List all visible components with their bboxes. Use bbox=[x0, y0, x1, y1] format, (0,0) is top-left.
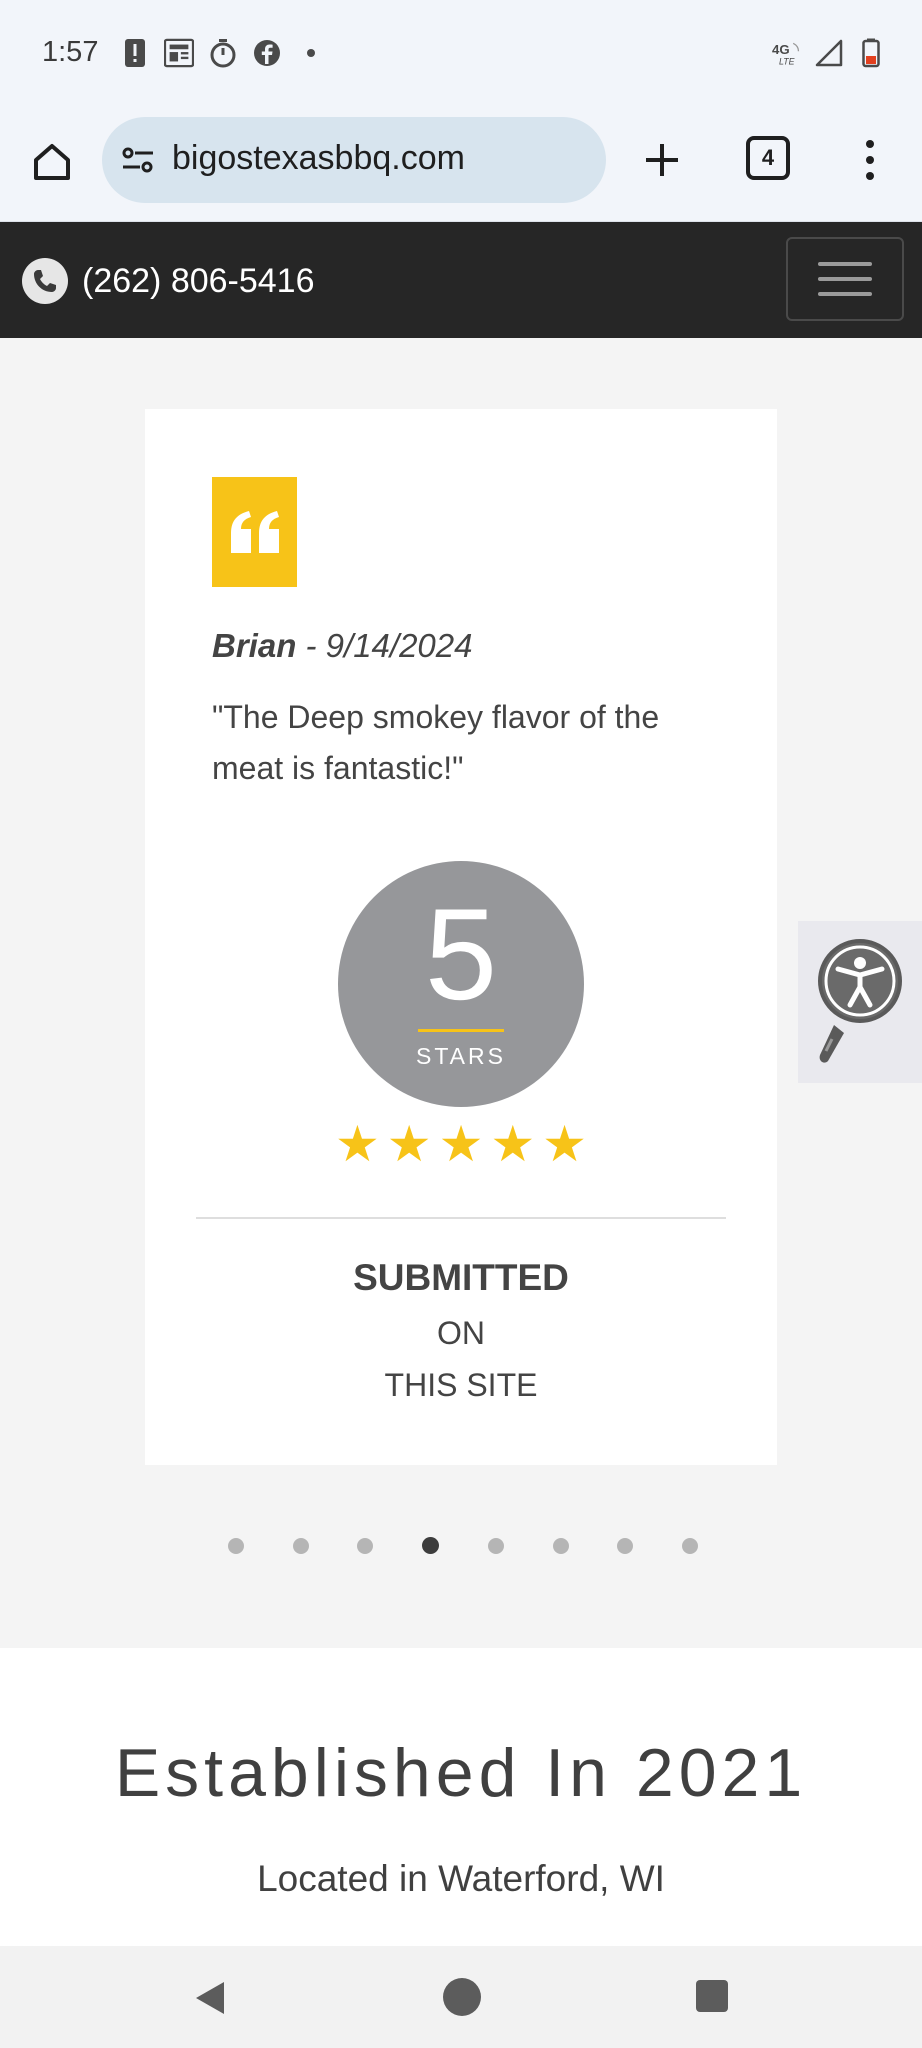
svg-text:LTE: LTE bbox=[779, 56, 795, 66]
url-text: bigostexasbbq.com bbox=[172, 139, 465, 177]
rating-number: 5 bbox=[424, 881, 498, 1027]
rating-underline bbox=[418, 1029, 504, 1032]
rating-label: STARS bbox=[416, 1043, 506, 1069]
established-section: Established In 2021 Located in Waterford… bbox=[0, 1648, 922, 1946]
signal-icon bbox=[814, 38, 844, 68]
review-byline: Brian - 9/14/2024 bbox=[212, 627, 473, 665]
screen: 1:57 4G LTE bigostexasbbq.com 4 (262) 80… bbox=[0, 0, 922, 2048]
location-text: Located in Waterford, WI bbox=[257, 1858, 665, 1899]
hamburger-line bbox=[818, 262, 872, 266]
status-time: 1:57 bbox=[42, 36, 99, 68]
status-bar: 1:57 4G LTE bbox=[0, 0, 922, 108]
carousel-dots bbox=[228, 1537, 698, 1554]
phone-icon bbox=[22, 258, 68, 304]
site-settings-icon[interactable] bbox=[120, 142, 156, 178]
carousel-dot-active[interactable] bbox=[422, 1537, 440, 1554]
browser-home-button[interactable] bbox=[26, 136, 78, 188]
timer-icon bbox=[208, 38, 238, 68]
new-tab-button[interactable] bbox=[636, 134, 688, 186]
review-author: Brian bbox=[212, 627, 297, 664]
carousel-dot[interactable] bbox=[552, 1537, 569, 1554]
status-left-icons bbox=[120, 38, 326, 68]
alert-icon bbox=[120, 38, 150, 68]
carousel-dot[interactable] bbox=[681, 1537, 698, 1554]
tab-switcher-button[interactable]: 4 bbox=[746, 136, 790, 180]
dot-icon bbox=[296, 38, 326, 68]
nav-menu-button[interactable] bbox=[786, 237, 904, 321]
svg-text:4G: 4G bbox=[772, 42, 790, 57]
testimonial-card: Brian - 9/14/2024 "The Deep smokey flavo… bbox=[145, 409, 777, 1465]
plus-icon bbox=[646, 144, 678, 176]
carousel-dot[interactable] bbox=[357, 1537, 374, 1554]
site-header: (262) 806-5416 bbox=[0, 222, 922, 338]
system-nav-bar bbox=[0, 1946, 922, 2048]
star-icon: ★ bbox=[542, 1116, 587, 1172]
accessibility-magnifier-icon bbox=[818, 939, 902, 1063]
back-icon[interactable] bbox=[190, 1978, 230, 2018]
carousel-dot[interactable] bbox=[228, 1537, 244, 1554]
carousel-dot[interactable] bbox=[292, 1537, 309, 1554]
carousel-dot[interactable] bbox=[487, 1537, 504, 1554]
review-text: "The Deep smokey flavor of the meat is f… bbox=[212, 699, 660, 786]
browser-toolbar: bigostexasbbq.com 4 bbox=[0, 108, 922, 222]
hamburger-line bbox=[818, 277, 872, 281]
divider bbox=[196, 1217, 726, 1219]
established-title: Established In 2021 bbox=[114, 1735, 808, 1811]
phone-number: (262) 806-5416 bbox=[82, 261, 315, 300]
submitted-label: SUBMITTED bbox=[353, 1257, 569, 1298]
menu-dot bbox=[866, 156, 874, 164]
network-4g-lte-icon: 4G LTE bbox=[772, 38, 802, 68]
home-nav-icon[interactable] bbox=[443, 1978, 481, 2016]
star-icon: ★ bbox=[490, 1116, 536, 1172]
star-icon: ★ bbox=[386, 1116, 432, 1172]
home-icon bbox=[34, 144, 70, 180]
phone-link[interactable]: (262) 806-5416 bbox=[22, 258, 315, 304]
submitted-source-label: THIS SITE bbox=[384, 1367, 538, 1403]
menu-dot bbox=[866, 140, 874, 148]
recent-apps-icon[interactable] bbox=[696, 1980, 728, 2012]
submitted-on-label: ON bbox=[437, 1315, 485, 1351]
quote-icon bbox=[212, 477, 297, 587]
rating-badge: 5 STARS bbox=[338, 861, 584, 1107]
accessibility-widget-button[interactable] bbox=[798, 921, 922, 1083]
facebook-icon bbox=[252, 38, 282, 68]
news-icon bbox=[164, 38, 194, 68]
battery-icon bbox=[856, 38, 886, 68]
carousel-dot[interactable] bbox=[617, 1537, 634, 1554]
star-icon: ★ bbox=[438, 1116, 484, 1172]
review-date: - 9/14/2024 bbox=[296, 627, 473, 664]
address-bar[interactable]: bigostexasbbq.com bbox=[102, 117, 606, 203]
browser-menu-button[interactable] bbox=[852, 134, 888, 186]
status-right-icons: 4G LTE bbox=[772, 38, 886, 68]
hamburger-line bbox=[818, 292, 872, 296]
menu-dot bbox=[866, 172, 874, 180]
star-rating: ★ ★ ★ ★ ★ bbox=[335, 1119, 587, 1169]
star-icon: ★ bbox=[335, 1116, 380, 1172]
